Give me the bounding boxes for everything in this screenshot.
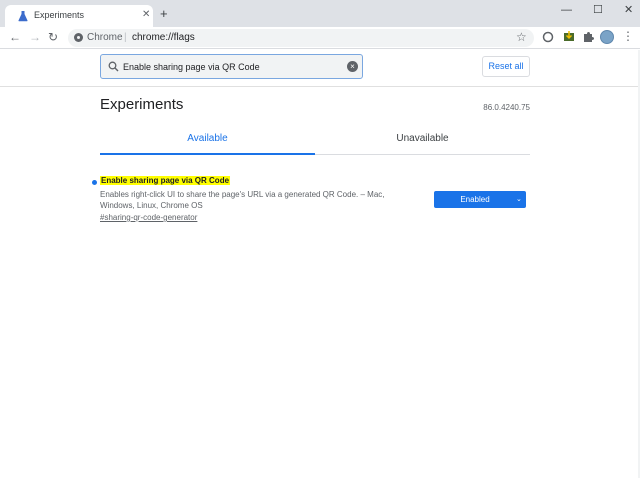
tab-unavailable[interactable]: Unavailable <box>315 126 530 155</box>
chevron-down-icon: ⌄ <box>516 196 522 203</box>
download-extension-icon[interactable] <box>562 30 576 44</box>
bookmark-star-icon[interactable]: ☆ <box>516 30 527 44</box>
search-input[interactable] <box>123 58 343 75</box>
modified-indicator <box>92 180 97 185</box>
chrome-icon <box>74 33 83 42</box>
forward-button[interactable]: → <box>29 30 41 44</box>
page-title: Experiments <box>100 96 184 113</box>
flask-icon <box>18 11 28 22</box>
reset-all-button[interactable]: Reset all <box>482 56 530 77</box>
puzzle-icon[interactable] <box>581 30 595 44</box>
experiment-item: Enable sharing page via QR Code Enables … <box>90 176 530 226</box>
search-field[interactable]: × <box>100 54 363 79</box>
url-text[interactable]: chrome://flags <box>132 32 195 43</box>
experiment-link[interactable]: #sharing-qr-code-generator <box>100 213 197 222</box>
avatar[interactable] <box>600 30 614 44</box>
tab-title: Experiments <box>34 10 85 20</box>
url-separator: | <box>124 32 127 43</box>
site-label: Chrome <box>87 32 123 43</box>
address-bar[interactable]: Chrome | chrome://flags ☆ <box>68 29 534 47</box>
reload-button[interactable]: ↻ <box>48 30 58 44</box>
tab-experiments[interactable]: Experiments ✕ <box>5 5 153 27</box>
experiment-state-value: Enabled <box>460 195 490 204</box>
experiment-state-select[interactable]: Enabled ⌄ <box>434 191 526 208</box>
tab-available[interactable]: Available <box>100 126 315 155</box>
maximize-button[interactable]: ☐ <box>593 3 603 17</box>
back-button[interactable]: ← <box>9 30 21 44</box>
tab-strip: Experiments ✕ + — ☐ ✕ <box>0 0 640 27</box>
clear-icon[interactable]: × <box>347 61 358 72</box>
version-label: 86.0.4240.75 <box>483 103 530 112</box>
close-window-button[interactable]: ✕ <box>624 3 633 17</box>
menu-icon[interactable]: ⋮ <box>622 29 634 43</box>
circle-extension-icon[interactable] <box>541 30 555 44</box>
experiment-description: Enables right-click UI to share the page… <box>100 190 385 210</box>
minimize-button[interactable]: — <box>561 3 572 17</box>
new-tab-button[interactable]: + <box>160 7 168 21</box>
experiment-title: Enable sharing page via QR Code <box>100 176 231 185</box>
browser-toolbar: ← → ↻ Chrome | chrome://flags ☆ ⋮ <box>0 27 640 49</box>
flags-tabs: Available Unavailable <box>100 126 530 155</box>
search-icon <box>108 61 119 72</box>
tab-close-icon[interactable]: ✕ <box>142 9 150 21</box>
